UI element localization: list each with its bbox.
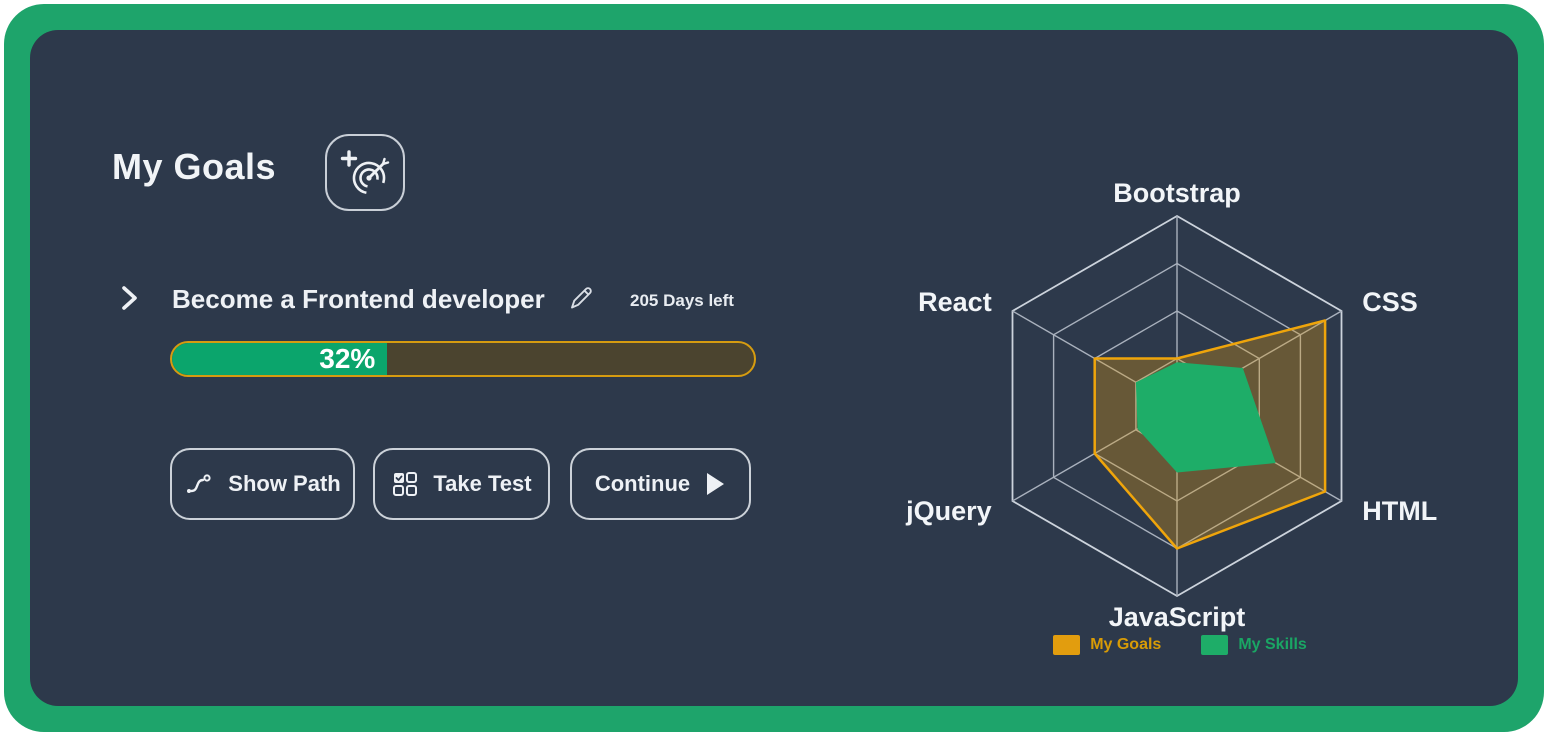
goal-row: Become a Frontend developer 205 Days lef… — [116, 282, 756, 318]
my-goals-card: My Goals Become a Frontend developer — [30, 30, 1518, 706]
grid-check-icon — [391, 470, 419, 498]
my-goals-swatch — [1053, 635, 1080, 655]
progress-bar: 32% — [170, 341, 756, 377]
axis-label-jquery: jQuery — [905, 496, 992, 526]
progress-label: 32% — [319, 343, 387, 375]
continue-button[interactable]: Continue — [570, 448, 751, 520]
skills-radar-chart: Bootstrap CSS HTML JavaScript jQuery React My… — [900, 170, 1460, 680]
my-skills-swatch — [1201, 635, 1228, 655]
axis-label-css: CSS — [1362, 287, 1418, 317]
continue-label: Continue — [595, 471, 690, 497]
take-test-label: Take Test — [433, 471, 531, 497]
play-icon — [704, 471, 726, 497]
show-path-button[interactable]: Show Path — [170, 448, 355, 520]
path-icon — [184, 470, 214, 498]
legend-item-my-skills[interactable]: My Skills — [1201, 635, 1306, 655]
legend-item-my-goals[interactable]: My Goals — [1053, 635, 1161, 655]
axis-label-javascript: JavaScript — [1109, 602, 1246, 632]
chevron-right-icon[interactable] — [116, 284, 142, 312]
chart-legend: My Goals My Skills — [900, 632, 1460, 658]
green-border-frame: My Goals Become a Frontend developer — [4, 4, 1544, 732]
progress-fill: 32% — [172, 343, 387, 375]
add-goal-button[interactable] — [325, 134, 405, 211]
radar-chart-svg: Bootstrap CSS HTML JavaScript jQuery React — [900, 170, 1460, 640]
edit-pencil-icon[interactable] — [566, 282, 596, 312]
my-skills-legend-label: My Skills — [1238, 636, 1306, 654]
take-test-button[interactable]: Take Test — [373, 448, 550, 520]
days-left-label: 205 Days left — [630, 291, 734, 311]
show-path-label: Show Path — [228, 471, 340, 497]
target-plus-icon — [338, 147, 392, 199]
goal-actions: Show Path Take Test Continue — [170, 448, 770, 520]
axis-label-react: React — [918, 287, 992, 317]
goal-title: Become a Frontend developer — [172, 284, 545, 315]
page-title: My Goals — [112, 146, 276, 188]
axis-label-bootstrap: Bootstrap — [1113, 178, 1241, 208]
my-goals-legend-label: My Goals — [1090, 636, 1161, 654]
axis-label-html: HTML — [1362, 496, 1437, 526]
